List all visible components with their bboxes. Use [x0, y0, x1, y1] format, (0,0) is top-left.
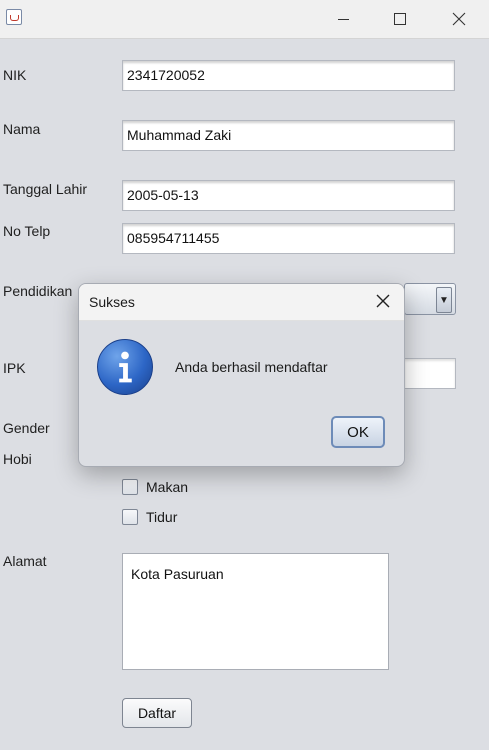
no-telp-label: No Telp	[3, 223, 51, 239]
dialog-message: Anda berhasil mendaftar	[175, 359, 328, 375]
info-icon	[97, 339, 153, 395]
hobi-option-label: Tidur	[146, 509, 178, 525]
minimize-icon	[337, 18, 349, 20]
checkbox[interactable]	[122, 509, 138, 525]
tanggal-lahir-label: Tanggal Lahir	[3, 181, 88, 197]
hobi-label: Hobi	[3, 451, 32, 467]
nik-field[interactable]: 2341720052	[122, 60, 455, 91]
success-dialog: Sukses Anda berhasil mendaftar OK	[78, 283, 405, 467]
gender-label: Gender	[3, 420, 50, 436]
close-icon	[452, 12, 466, 26]
ok-button[interactable]: OK	[331, 416, 385, 448]
daftar-button[interactable]: Daftar	[122, 698, 192, 728]
dialog-titlebar: Sukses	[79, 284, 404, 321]
minimize-button[interactable]	[320, 0, 366, 38]
close-icon[interactable]	[374, 292, 392, 310]
pendidikan-combo[interactable]: ▼	[404, 283, 456, 315]
tanggal-lahir-field[interactable]: 2005-05-13	[122, 180, 455, 211]
maximize-button[interactable]	[377, 0, 423, 38]
window-titlebar	[0, 0, 489, 39]
maximize-icon	[394, 13, 406, 25]
no-telp-field[interactable]: 085954711455	[122, 223, 455, 254]
ipk-label: IPK	[3, 360, 26, 376]
close-window-button[interactable]	[436, 0, 482, 38]
java-cup-icon	[6, 9, 22, 25]
nama-field[interactable]: Muhammad Zaki	[122, 120, 455, 151]
hobi-option-makan[interactable]: Makan	[122, 479, 188, 495]
nik-label: NIK	[3, 67, 27, 83]
hobi-option-tidur[interactable]: Tidur	[122, 509, 177, 525]
ipk-field[interactable]	[404, 358, 456, 389]
alamat-label: Alamat	[3, 553, 47, 569]
chevron-down-icon[interactable]: ▼	[436, 287, 452, 313]
dialog-title: Sukses	[89, 294, 135, 310]
pendidikan-label: Pendidikan	[3, 283, 73, 299]
checkbox[interactable]	[122, 479, 138, 495]
hobi-option-label: Makan	[146, 479, 189, 495]
nama-label: Nama	[3, 121, 41, 137]
alamat-textarea[interactable]: Kota Pasuruan	[122, 553, 389, 670]
